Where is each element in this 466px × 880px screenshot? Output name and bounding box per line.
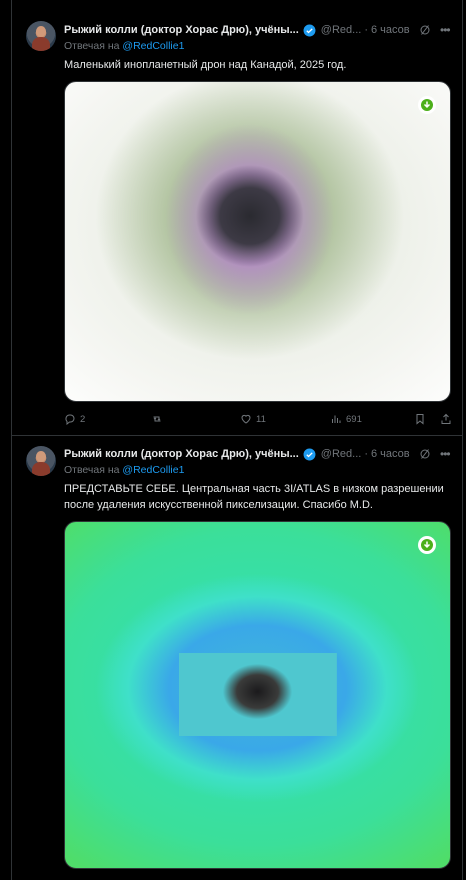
- author-handle[interactable]: @Red...: [321, 448, 362, 460]
- like-count: 11: [256, 413, 266, 425]
- reply-icon: [65, 414, 75, 425]
- tweet[interactable]: Рыжий колли (доктор Хорас Дрю), учёны...…: [12, 437, 462, 880]
- separator: ·: [364, 24, 368, 36]
- views-icon: [332, 415, 341, 423]
- reply-context: Отвечая на @RedCollie1: [64, 40, 184, 52]
- download-badge[interactable]: [418, 536, 436, 554]
- reply-mention-link[interactable]: @RedCollie1: [122, 464, 184, 476]
- reply-context: Отвечая на @RedCollie1: [64, 464, 184, 476]
- tweet-text: Маленький инопланетный дрон над Канадой,…: [64, 59, 347, 71]
- timestamp[interactable]: 6 часов: [371, 448, 410, 460]
- tweet-header: Рыжий колли (доктор Хорас Дрю), учёны...…: [64, 445, 410, 463]
- retweet-button[interactable]: [151, 409, 163, 429]
- like-button[interactable]: 11: [240, 409, 266, 429]
- avatar[interactable]: [26, 21, 56, 51]
- avatar-head: [36, 451, 46, 462]
- heart-icon: [241, 414, 251, 424]
- download-badge[interactable]: [418, 96, 436, 114]
- reply-prefix: Отвечая на: [64, 40, 120, 52]
- separator: ·: [364, 448, 368, 460]
- avatar[interactable]: [26, 446, 56, 476]
- grok-icon[interactable]: [419, 24, 431, 36]
- bookmark-icon: [416, 414, 424, 425]
- timeline-right-border: [462, 0, 463, 880]
- download-icon: [421, 539, 433, 551]
- author-handle[interactable]: @Red...: [321, 24, 362, 36]
- verified-badge-icon: [303, 448, 316, 460]
- timestamp[interactable]: 6 часов: [371, 24, 410, 36]
- avatar-figure: [32, 462, 50, 476]
- author-name[interactable]: Рыжий колли (доктор Хорас Дрю), учёны...: [64, 24, 299, 36]
- avatar-figure: [32, 37, 50, 51]
- author-name[interactable]: Рыжий колли (доктор Хорас Дрю), учёны...: [64, 448, 299, 460]
- views-count: 691: [346, 413, 362, 425]
- reply-prefix: Отвечая на: [64, 464, 120, 476]
- tweet-text: ПРЕДСТАВЬТЕ СЕБЕ. Центральная часть 3I/A…: [64, 483, 444, 511]
- reply-mention-link[interactable]: @RedCollie1: [122, 40, 184, 52]
- tweet-header: Рыжий колли (доктор Хорас Дрю), учёны...…: [64, 21, 410, 39]
- retweet-icon: [153, 416, 161, 422]
- share-icon: [441, 413, 451, 424]
- grok-icon[interactable]: [419, 448, 431, 460]
- reply-button[interactable]: 2: [64, 409, 85, 429]
- download-icon: [421, 99, 433, 111]
- tweet-image[interactable]: [64, 81, 451, 402]
- bookmark-button[interactable]: [414, 409, 426, 429]
- avatar-head: [36, 26, 46, 37]
- share-button[interactable]: [440, 409, 452, 429]
- tweet-image[interactable]: [64, 521, 451, 869]
- tweet-actions: 2 11 691: [64, 409, 454, 429]
- views-button[interactable]: 691: [330, 409, 362, 429]
- more-icon[interactable]: •••: [440, 24, 454, 36]
- tweet[interactable]: Рыжий колли (доктор Хорас Дрю), учёны...…: [12, 0, 462, 436]
- verified-badge-icon: [303, 24, 316, 36]
- reply-count: 2: [80, 413, 86, 425]
- more-icon[interactable]: •••: [440, 448, 454, 460]
